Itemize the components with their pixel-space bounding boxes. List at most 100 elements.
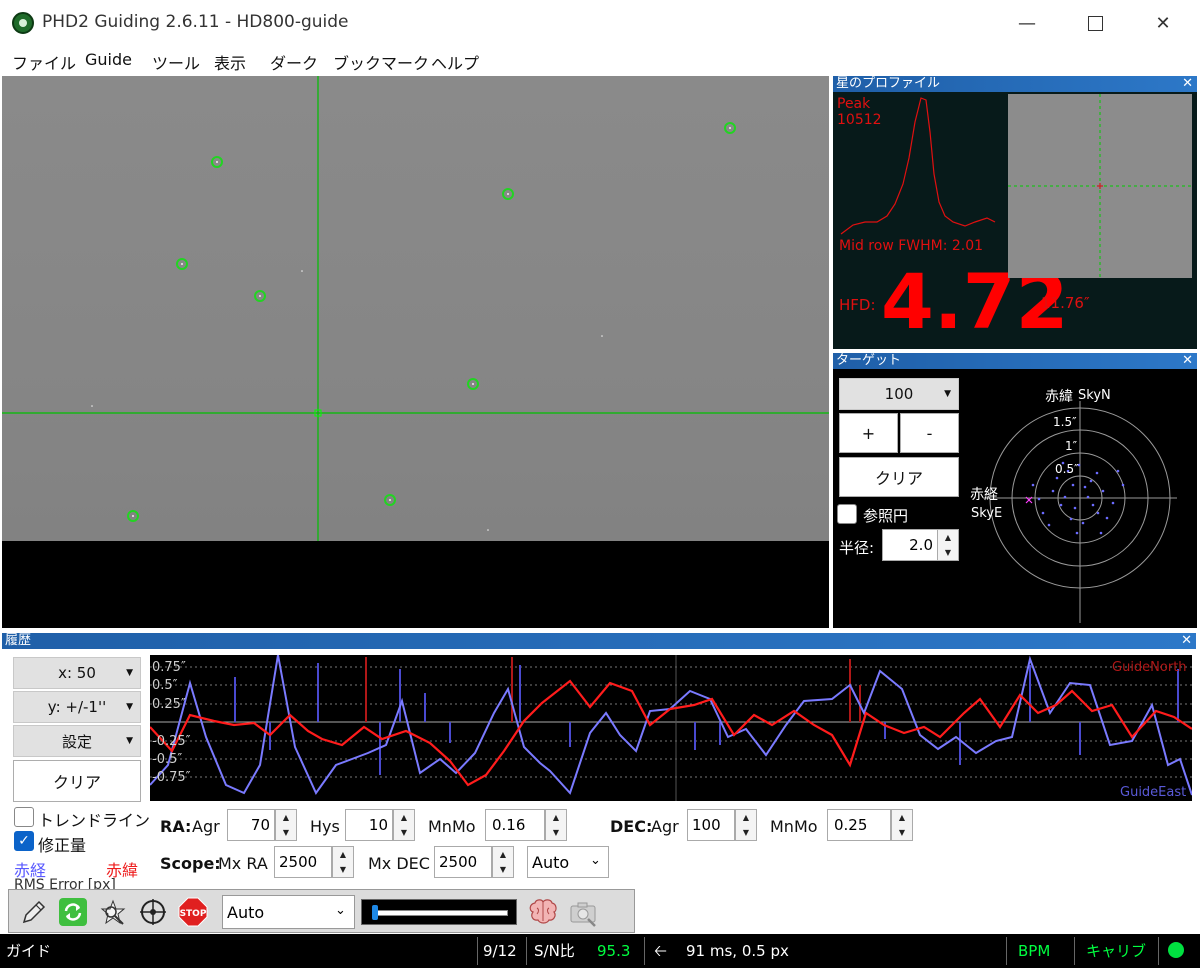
corrections-checkbox[interactable]: ✓ bbox=[14, 831, 34, 851]
down-arrow-icon[interactable]: ▼ bbox=[892, 825, 912, 840]
menu-bookmarks[interactable]: ブックマーク bbox=[333, 50, 429, 74]
down-arrow-icon[interactable]: ▼ bbox=[276, 825, 296, 840]
close-icon[interactable]: ✕ bbox=[1181, 633, 1192, 649]
reference-circle-checkbox[interactable] bbox=[837, 504, 857, 524]
up-arrow-icon[interactable]: ▲ bbox=[892, 810, 912, 825]
up-arrow-icon[interactable]: ▲ bbox=[546, 810, 566, 825]
ra-mnmo-label: MnMo bbox=[428, 817, 476, 836]
close-icon[interactable]: ✕ bbox=[1182, 353, 1193, 369]
dec-agr-value[interactable]: 100 bbox=[687, 809, 735, 841]
menu-view[interactable]: 表示 bbox=[214, 50, 246, 74]
menu-bar: ファイル Guide ツール 表示 ダーク ブックマーク ヘルプ bbox=[0, 46, 1200, 74]
star-profile-title: 星のプロファイル bbox=[836, 76, 941, 91]
max-ra-duration-spinner[interactable]: 2500 ▲ ▼ bbox=[274, 846, 358, 878]
crosshair-icon bbox=[140, 899, 166, 925]
title-bar: PHD2 Guiding 2.6.11 - HD800-guide — ✕ bbox=[0, 0, 1200, 46]
history-clear-button[interactable]: クリア bbox=[13, 760, 141, 802]
zoom-in-button[interactable]: + bbox=[839, 413, 898, 453]
down-arrow-icon[interactable]: ▼ bbox=[333, 862, 353, 877]
max-dec-duration-spinner[interactable]: 2500 ▲ ▼ bbox=[434, 846, 518, 878]
fwhm-text: Mid row FWHM: 2.01 bbox=[839, 238, 984, 254]
close-icon: ✕ bbox=[1155, 12, 1171, 34]
up-arrow-icon[interactable]: ▲ bbox=[394, 810, 414, 825]
brain-icon bbox=[529, 899, 557, 924]
gamma-slider-thumb[interactable] bbox=[372, 905, 379, 920]
dec-mode-value: Auto bbox=[532, 853, 570, 872]
camera-settings-button[interactable] bbox=[567, 896, 599, 928]
minimize-icon: — bbox=[1018, 12, 1036, 34]
hysteresis-spinner[interactable]: 10 ▲ ▼ bbox=[345, 809, 419, 841]
main-toolbar: STOP Auto ⌄ bbox=[8, 889, 635, 933]
down-arrow-icon[interactable]: ▼ bbox=[493, 862, 513, 877]
up-arrow-icon[interactable]: ▲ bbox=[938, 530, 958, 545]
guide-graph[interactable]: 0.75″ 0.5″ 0.25″ -0.25″ -0.5″ -0.75″ Gui… bbox=[149, 654, 1193, 801]
radius-label: 半径: bbox=[839, 539, 875, 557]
ra-mnmo-value[interactable]: 0.16 bbox=[485, 809, 545, 841]
history-title: 履歴 bbox=[5, 633, 32, 648]
minimize-button[interactable]: — bbox=[1004, 8, 1050, 38]
ra-agr-value[interactable]: 70 bbox=[227, 809, 275, 841]
dec-agr-label: Agr bbox=[651, 817, 679, 836]
down-arrow-icon[interactable]: ▼ bbox=[394, 825, 414, 840]
zoom-out-button[interactable]: - bbox=[900, 413, 959, 453]
x-scale-dropdown[interactable]: x: 50 ▼ bbox=[13, 657, 141, 689]
target-zoom-value: 100 bbox=[884, 385, 914, 403]
down-arrow-icon[interactable]: ▼ bbox=[546, 825, 566, 840]
x-scale-value: x: 50 bbox=[58, 664, 96, 682]
mx-dec-label: Mx DEC bbox=[368, 854, 430, 873]
stop-button[interactable]: STOP bbox=[177, 896, 209, 928]
up-arrow-icon[interactable]: ▲ bbox=[736, 810, 756, 825]
down-arrow-icon[interactable]: ▼ bbox=[736, 825, 756, 840]
dec-mnmo-value[interactable]: 0.25 bbox=[827, 809, 891, 841]
menu-help[interactable]: ヘルプ bbox=[431, 50, 479, 74]
ring-label-1: 1″ bbox=[1065, 439, 1078, 453]
ring-label-0-5: 0.5″ bbox=[1055, 462, 1079, 476]
down-arrow-icon[interactable]: ▼ bbox=[938, 545, 958, 560]
guide-button[interactable] bbox=[137, 896, 169, 928]
profile-curve bbox=[840, 97, 996, 235]
target-zoom-dropdown[interactable]: 100 ▼ bbox=[839, 378, 959, 410]
close-button[interactable]: ✕ bbox=[1140, 8, 1186, 38]
y-scale-dropdown[interactable]: y: +/-1'' ▼ bbox=[13, 691, 141, 723]
chevron-down-icon: ⌄ bbox=[590, 853, 601, 868]
dec-min-move-spinner[interactable]: 0.25 ▲ ▼ bbox=[827, 809, 913, 841]
menu-file[interactable]: ファイル bbox=[12, 50, 76, 74]
ra-aggressiveness-spinner[interactable]: 70 ▲ ▼ bbox=[227, 809, 301, 841]
dec-axis-label: 赤緯 bbox=[1045, 389, 1073, 405]
target-clear-button[interactable]: クリア bbox=[839, 457, 959, 497]
guide-camera-image[interactable] bbox=[2, 76, 829, 541]
hys-value[interactable]: 10 bbox=[345, 809, 393, 841]
trendline-checkbox[interactable] bbox=[14, 807, 34, 827]
dec-aggressiveness-spinner[interactable]: 100 ▲ ▼ bbox=[687, 809, 759, 841]
menu-tools[interactable]: ツール bbox=[152, 50, 200, 74]
hfd-arcsec: 11.76″ bbox=[1041, 294, 1090, 312]
history-settings-label: 設定 bbox=[61, 732, 92, 751]
dec-guide-mode-dropdown[interactable]: Auto ⌄ bbox=[527, 846, 609, 878]
camera-view[interactable] bbox=[2, 76, 829, 628]
history-settings-dropdown[interactable]: 設定 ▼ bbox=[13, 725, 141, 757]
guiding-assistant-button[interactable] bbox=[527, 896, 559, 928]
auto-select-star-button[interactable] bbox=[97, 896, 129, 928]
arrow-left-icon: 🡠 bbox=[654, 941, 667, 960]
hfd-label: HFD: bbox=[839, 296, 876, 314]
y-tick-label: -0.5″ bbox=[152, 752, 182, 767]
exposure-duration-dropdown[interactable]: Auto ⌄ bbox=[222, 895, 355, 929]
loop-button[interactable] bbox=[57, 896, 89, 928]
up-arrow-icon[interactable]: ▲ bbox=[333, 847, 353, 862]
mx-ra-value[interactable]: 2500 bbox=[274, 846, 332, 878]
chevron-down-icon: ▼ bbox=[126, 668, 133, 678]
radius-value[interactable]: 2.0 bbox=[882, 529, 938, 561]
radius-spinner[interactable]: 2.0 ▲ ▼ bbox=[882, 529, 960, 561]
star-profile-pane: 星のプロファイル ✕ Peak 10512 Mid row FWHM: 2.01… bbox=[833, 76, 1197, 349]
close-icon[interactable]: ✕ bbox=[1182, 76, 1193, 92]
gamma-slider[interactable] bbox=[361, 899, 517, 925]
up-arrow-icon[interactable]: ▲ bbox=[276, 810, 296, 825]
menu-guide[interactable]: Guide bbox=[85, 50, 132, 69]
ra-min-move-spinner[interactable]: 0.16 ▲ ▼ bbox=[485, 809, 571, 841]
up-arrow-icon[interactable]: ▲ bbox=[493, 847, 513, 862]
mx-ra-label: Mx RA bbox=[218, 854, 268, 873]
mx-dec-value[interactable]: 2500 bbox=[434, 846, 492, 878]
maximize-button[interactable] bbox=[1072, 8, 1118, 38]
menu-darks[interactable]: ダーク bbox=[270, 50, 318, 74]
connect-gear-button[interactable] bbox=[17, 896, 49, 928]
